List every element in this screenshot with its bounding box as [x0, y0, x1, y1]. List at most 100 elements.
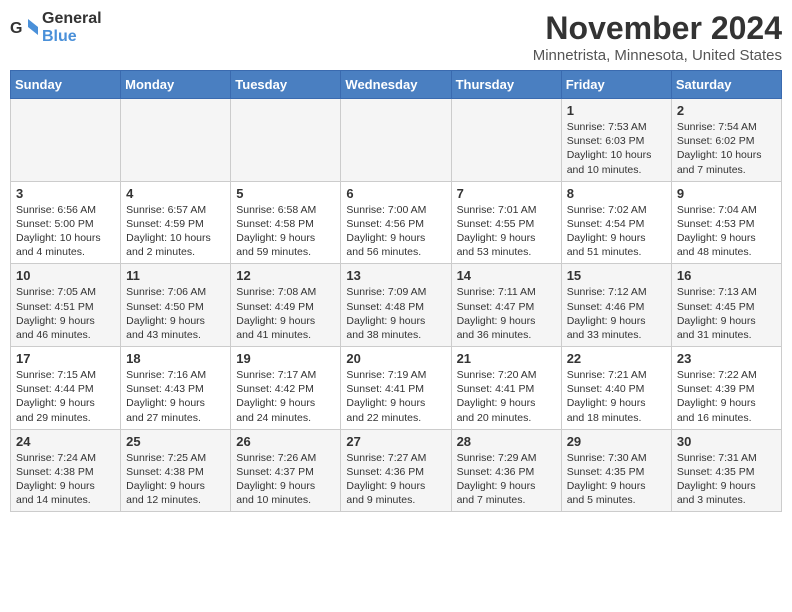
day-info: Sunrise: 7:15 AM Sunset: 4:44 PM Dayligh…: [16, 368, 115, 425]
day-number: 11: [126, 268, 225, 283]
day-header-thursday: Thursday: [451, 71, 561, 99]
day-info: Sunrise: 7:19 AM Sunset: 4:41 PM Dayligh…: [346, 368, 445, 425]
day-info: Sunrise: 7:29 AM Sunset: 4:36 PM Dayligh…: [457, 451, 556, 508]
day-number: 26: [236, 434, 335, 449]
calendar-cell: 1 Sunrise: 7:53 AM Sunset: 6:03 PM Daylig…: [561, 99, 671, 182]
day-number: 8: [567, 186, 666, 201]
calendar-week-3: 17 Sunrise: 7:15 AM Sunset: 4:44 PM Dayli…: [11, 347, 782, 430]
day-number: 12: [236, 268, 335, 283]
day-info: Sunrise: 7:53 AM Sunset: 6:03 PM Dayligh…: [567, 120, 666, 177]
day-number: 4: [126, 186, 225, 201]
day-info: Sunrise: 7:26 AM Sunset: 4:37 PM Dayligh…: [236, 451, 335, 508]
calendar-week-0: 1 Sunrise: 7:53 AM Sunset: 6:03 PM Daylig…: [11, 99, 782, 182]
day-info: Sunrise: 7:20 AM Sunset: 4:41 PM Dayligh…: [457, 368, 556, 425]
calendar-cell: [121, 99, 231, 182]
calendar-cell: 16 Sunrise: 7:13 AM Sunset: 4:45 PM Dayli…: [671, 264, 781, 347]
calendar-week-1: 3Sunrise: 6:56 AM Sunset: 5:00 PM Daylig…: [11, 181, 782, 264]
calendar-week-2: 10 Sunrise: 7:05 AM Sunset: 4:51 PM Dayli…: [11, 264, 782, 347]
day-info: Sunrise: 6:56 AM Sunset: 5:00 PM Dayligh…: [16, 203, 115, 260]
calendar-cell: [451, 99, 561, 182]
calendar-cell: 23Sunrise: 7:22 AM Sunset: 4:39 PM Dayli…: [671, 347, 781, 430]
calendar-cell: 6 Sunrise: 7:00 AM Sunset: 4:56 PM Daylig…: [341, 181, 451, 264]
day-info: Sunrise: 7:30 AM Sunset: 4:35 PM Dayligh…: [567, 451, 666, 508]
day-number: 13: [346, 268, 445, 283]
day-info: Sunrise: 7:25 AM Sunset: 4:38 PM Dayligh…: [126, 451, 225, 508]
day-info: Sunrise: 6:58 AM Sunset: 4:58 PM Dayligh…: [236, 203, 335, 260]
day-info: Sunrise: 7:13 AM Sunset: 4:45 PM Dayligh…: [677, 285, 776, 342]
day-info: Sunrise: 7:16 AM Sunset: 4:43 PM Dayligh…: [126, 368, 225, 425]
calendar-week-4: 24 Sunrise: 7:24 AM Sunset: 4:38 PM Dayli…: [11, 429, 782, 512]
day-info: Sunrise: 7:02 AM Sunset: 4:54 PM Dayligh…: [567, 203, 666, 260]
day-info: Sunrise: 7:04 AM Sunset: 4:53 PM Dayligh…: [677, 203, 776, 260]
calendar-cell: 11 Sunrise: 7:06 AM Sunset: 4:50 PM Dayli…: [121, 264, 231, 347]
day-number: 23: [677, 351, 776, 366]
day-number: 27: [346, 434, 445, 449]
calendar-cell: 3Sunrise: 6:56 AM Sunset: 5:00 PM Daylig…: [11, 181, 121, 264]
calendar-cell: 19Sunrise: 7:17 AM Sunset: 4:42 PM Dayli…: [231, 347, 341, 430]
logo-icon: G: [10, 17, 38, 39]
day-header-friday: Friday: [561, 71, 671, 99]
month-title: November 2024: [533, 10, 782, 47]
logo: G General Blue: [10, 10, 102, 46]
day-number: 21: [457, 351, 556, 366]
calendar-cell: 30Sunrise: 7:31 AM Sunset: 4:35 PM Dayli…: [671, 429, 781, 512]
day-header-saturday: Saturday: [671, 71, 781, 99]
calendar-cell: 2 Sunrise: 7:54 AM Sunset: 6:02 PM Daylig…: [671, 99, 781, 182]
calendar-cell: 4 Sunrise: 6:57 AM Sunset: 4:59 PM Daylig…: [121, 181, 231, 264]
calendar-table: SundayMondayTuesdayWednesdayThursdayFrid…: [10, 70, 782, 512]
day-info: Sunrise: 7:12 AM Sunset: 4:46 PM Dayligh…: [567, 285, 666, 342]
day-number: 24: [16, 434, 115, 449]
day-number: 29: [567, 434, 666, 449]
day-number: 17: [16, 351, 115, 366]
day-info: Sunrise: 7:24 AM Sunset: 4:38 PM Dayligh…: [16, 451, 115, 508]
day-number: 28: [457, 434, 556, 449]
day-info: Sunrise: 7:21 AM Sunset: 4:40 PM Dayligh…: [567, 368, 666, 425]
day-number: 6: [346, 186, 445, 201]
day-number: 16: [677, 268, 776, 283]
calendar-cell: 8 Sunrise: 7:02 AM Sunset: 4:54 PM Daylig…: [561, 181, 671, 264]
logo-general-text: General: [42, 10, 102, 27]
day-number: 22: [567, 351, 666, 366]
day-info: Sunrise: 7:00 AM Sunset: 4:56 PM Dayligh…: [346, 203, 445, 260]
calendar-header-row: SundayMondayTuesdayWednesdayThursdayFrid…: [11, 71, 782, 99]
day-info: Sunrise: 7:54 AM Sunset: 6:02 PM Dayligh…: [677, 120, 776, 177]
calendar-cell: 21 Sunrise: 7:20 AM Sunset: 4:41 PM Dayli…: [451, 347, 561, 430]
header: G General Blue November 2024 Minnetrista…: [10, 10, 782, 64]
day-number: 20: [346, 351, 445, 366]
day-number: 15: [567, 268, 666, 283]
day-number: 30: [677, 434, 776, 449]
calendar-cell: 10 Sunrise: 7:05 AM Sunset: 4:51 PM Dayli…: [11, 264, 121, 347]
calendar-cell: [341, 99, 451, 182]
day-info: Sunrise: 7:11 AM Sunset: 4:47 PM Dayligh…: [457, 285, 556, 342]
calendar-cell: 20 Sunrise: 7:19 AM Sunset: 4:41 PM Dayli…: [341, 347, 451, 430]
day-info: Sunrise: 7:08 AM Sunset: 4:49 PM Dayligh…: [236, 285, 335, 342]
calendar-cell: 17 Sunrise: 7:15 AM Sunset: 4:44 PM Dayli…: [11, 347, 121, 430]
day-number: 9: [677, 186, 776, 201]
location-subtitle: Minnetrista, Minnesota, United States: [533, 47, 782, 64]
day-number: 10: [16, 268, 115, 283]
calendar-body: 1 Sunrise: 7:53 AM Sunset: 6:03 PM Daylig…: [11, 99, 782, 512]
calendar-cell: 18Sunrise: 7:16 AM Sunset: 4:43 PM Dayli…: [121, 347, 231, 430]
day-number: 7: [457, 186, 556, 201]
calendar-cell: 13 Sunrise: 7:09 AM Sunset: 4:48 PM Dayli…: [341, 264, 451, 347]
day-info: Sunrise: 7:06 AM Sunset: 4:50 PM Dayligh…: [126, 285, 225, 342]
calendar-cell: 5Sunrise: 6:58 AM Sunset: 4:58 PM Daylig…: [231, 181, 341, 264]
calendar-cell: 26 Sunrise: 7:26 AM Sunset: 4:37 PM Dayli…: [231, 429, 341, 512]
svg-text:G: G: [10, 20, 22, 37]
day-info: Sunrise: 7:05 AM Sunset: 4:51 PM Dayligh…: [16, 285, 115, 342]
calendar-cell: 25Sunrise: 7:25 AM Sunset: 4:38 PM Dayli…: [121, 429, 231, 512]
calendar-cell: 24 Sunrise: 7:24 AM Sunset: 4:38 PM Dayli…: [11, 429, 121, 512]
day-info: Sunrise: 6:57 AM Sunset: 4:59 PM Dayligh…: [126, 203, 225, 260]
day-info: Sunrise: 7:09 AM Sunset: 4:48 PM Dayligh…: [346, 285, 445, 342]
day-header-tuesday: Tuesday: [231, 71, 341, 99]
day-number: 1: [567, 103, 666, 118]
title-area: November 2024 Minnetrista, Minnesota, Un…: [533, 10, 782, 64]
calendar-cell: 14 Sunrise: 7:11 AM Sunset: 4:47 PM Dayli…: [451, 264, 561, 347]
day-info: Sunrise: 7:01 AM Sunset: 4:55 PM Dayligh…: [457, 203, 556, 260]
day-header-sunday: Sunday: [11, 71, 121, 99]
day-number: 2: [677, 103, 776, 118]
day-number: 14: [457, 268, 556, 283]
calendar-cell: 7 Sunrise: 7:01 AM Sunset: 4:55 PM Daylig…: [451, 181, 561, 264]
day-header-wednesday: Wednesday: [341, 71, 451, 99]
logo-blue-text: Blue: [42, 28, 77, 45]
